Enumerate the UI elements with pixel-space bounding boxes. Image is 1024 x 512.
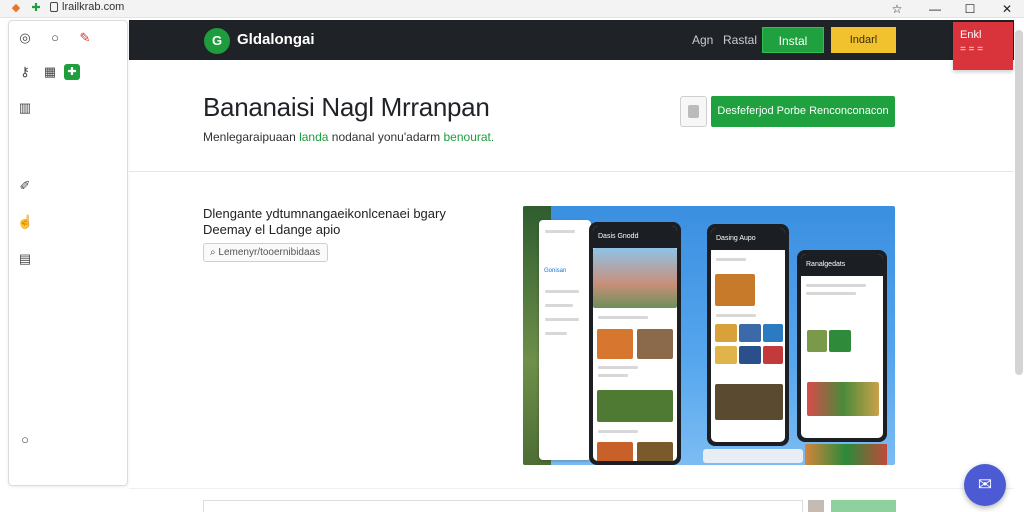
hand-icon[interactable]: ☝ xyxy=(17,214,33,230)
search-icon[interactable]: ○ xyxy=(47,30,63,46)
puzzle-icon[interactable]: ✚ xyxy=(30,2,42,14)
photo-dish xyxy=(715,274,755,306)
subtitle-link-2[interactable]: benourat. xyxy=(444,130,495,144)
page-title: Bananaisi Nagl Mrranpan xyxy=(203,92,490,122)
lock-icon xyxy=(50,2,58,12)
section-text: Dlengante ydtumnangaeikonlcenaei bgary D… xyxy=(203,206,493,238)
minimize-button[interactable]: — xyxy=(920,0,950,18)
nav-link-agn[interactable]: Agn xyxy=(692,33,713,47)
section-text-line1: Dlengante ydtumnangaeikonlcenaei bgary xyxy=(203,206,446,221)
scrollbar[interactable] xyxy=(1015,30,1023,375)
product-screenshot: Gonisan Dasis Gnodd Dasing Aupo Ranalged… xyxy=(523,206,895,465)
circle-icon[interactable]: ○ xyxy=(17,432,33,448)
grid-icon[interactable]: ▦ xyxy=(42,64,58,80)
avatar-1 xyxy=(807,330,827,352)
panel-link: Gonisan xyxy=(544,268,567,274)
divider xyxy=(129,171,1014,172)
bookmark-star-icon[interactable]: ☆ xyxy=(882,0,912,18)
subtitle-text: Menlegaraipuaan xyxy=(203,130,300,144)
phone-screen-3: Ranalgedats xyxy=(801,254,883,438)
bottom-divider xyxy=(129,488,1014,489)
close-button[interactable]: ✕ xyxy=(992,0,1022,18)
bottom-card xyxy=(203,500,803,512)
food-strip xyxy=(805,444,887,465)
phone-header-2: Dasing Aupo xyxy=(711,228,785,250)
notification-badge[interactable]: Enkl = = = xyxy=(953,22,1013,70)
chat-icon[interactable]: ✉ xyxy=(964,464,1006,506)
photo-grid-2 xyxy=(739,324,761,342)
phone-mockup-3: Ranalgedats xyxy=(797,250,887,442)
cta-button[interactable]: Desfeferjod Porbe Renconconacon xyxy=(711,96,895,127)
photo-grid-6 xyxy=(763,346,783,364)
firefox-icon[interactable]: ◆ xyxy=(10,2,22,14)
photo-grid-3 xyxy=(763,324,783,342)
secondary-button[interactable]: Indarl xyxy=(831,27,896,53)
chip-label: Lemenyr/tooernibidaas xyxy=(218,247,321,258)
brand-name[interactable]: Gldalongai xyxy=(237,31,315,48)
photo-veg xyxy=(597,390,673,422)
table-icon[interactable]: ▥ xyxy=(17,100,33,116)
left-sidebar: ◎ ○ ✎ ⚷ ▦ ✚ ▥ ✐ ☝ ▤ ○ xyxy=(8,20,128,486)
document-icon[interactable] xyxy=(680,96,707,127)
app-icon[interactable]: ✚ xyxy=(64,64,80,80)
section-text-line2: Deemay el Ldange apio xyxy=(203,222,341,237)
address-bar[interactable]: lrailkrab.com xyxy=(62,1,124,13)
pin-icon[interactable]: ✎ xyxy=(77,30,93,46)
bottom-strip xyxy=(808,500,896,512)
subtitle-text-mid: nodanal yonu'adarm xyxy=(328,130,444,144)
pencil-icon[interactable]: ✐ xyxy=(17,178,33,194)
nav-link-rastal[interactable]: Rastal xyxy=(723,33,757,47)
maximize-button[interactable]: ☐ xyxy=(955,0,985,18)
hero-subtitle: Menlegaraipuaan landa nodanal yonu'adarm… xyxy=(203,130,494,144)
photo-food-3 xyxy=(597,442,633,461)
photo-food-4 xyxy=(637,442,673,461)
photo-person xyxy=(593,248,677,308)
install-button[interactable]: Instal xyxy=(762,27,824,53)
subtitle-link[interactable]: landa xyxy=(299,130,328,144)
badge-title: Enkl xyxy=(960,29,982,41)
top-navigation: G Gldalongai Agn Rastal Instal Indarl xyxy=(129,20,1014,60)
logo-icon[interactable]: G xyxy=(204,28,230,54)
photo-grid-5 xyxy=(739,346,761,364)
photo-grid-1 xyxy=(715,324,737,342)
section-chip[interactable]: ⌕ Lemenyr/tooernibidaas xyxy=(203,243,328,262)
avatar-2 xyxy=(829,330,851,352)
photo-wood xyxy=(715,384,783,420)
phone-mockup-2: Dasing Aupo xyxy=(707,224,789,446)
badge-subtitle: = = = xyxy=(960,44,984,55)
photo-produce xyxy=(807,382,879,416)
bottom-nav-strip xyxy=(703,449,803,463)
phone-screen-2: Dasing Aupo xyxy=(711,228,785,442)
photo-food-1 xyxy=(597,329,633,359)
document-icon[interactable]: ▤ xyxy=(17,251,33,267)
key-icon[interactable]: ⚷ xyxy=(17,64,33,80)
photo-food-2 xyxy=(637,329,673,359)
phone-screen-1: Dasis Gnodd xyxy=(593,226,677,461)
photo-grid-4 xyxy=(715,346,737,364)
desktop-panel: Gonisan xyxy=(539,220,591,460)
phone-header-3: Ranalgedats xyxy=(801,254,883,276)
phone-mockup-1: Dasis Gnodd xyxy=(589,222,681,465)
browser-bar: ◆ ✚ lrailkrab.com ☆ — ☐ ✕ xyxy=(0,0,1024,18)
phone-header-1: Dasis Gnodd xyxy=(593,226,677,248)
globe-icon[interactable]: ◎ xyxy=(17,30,33,46)
